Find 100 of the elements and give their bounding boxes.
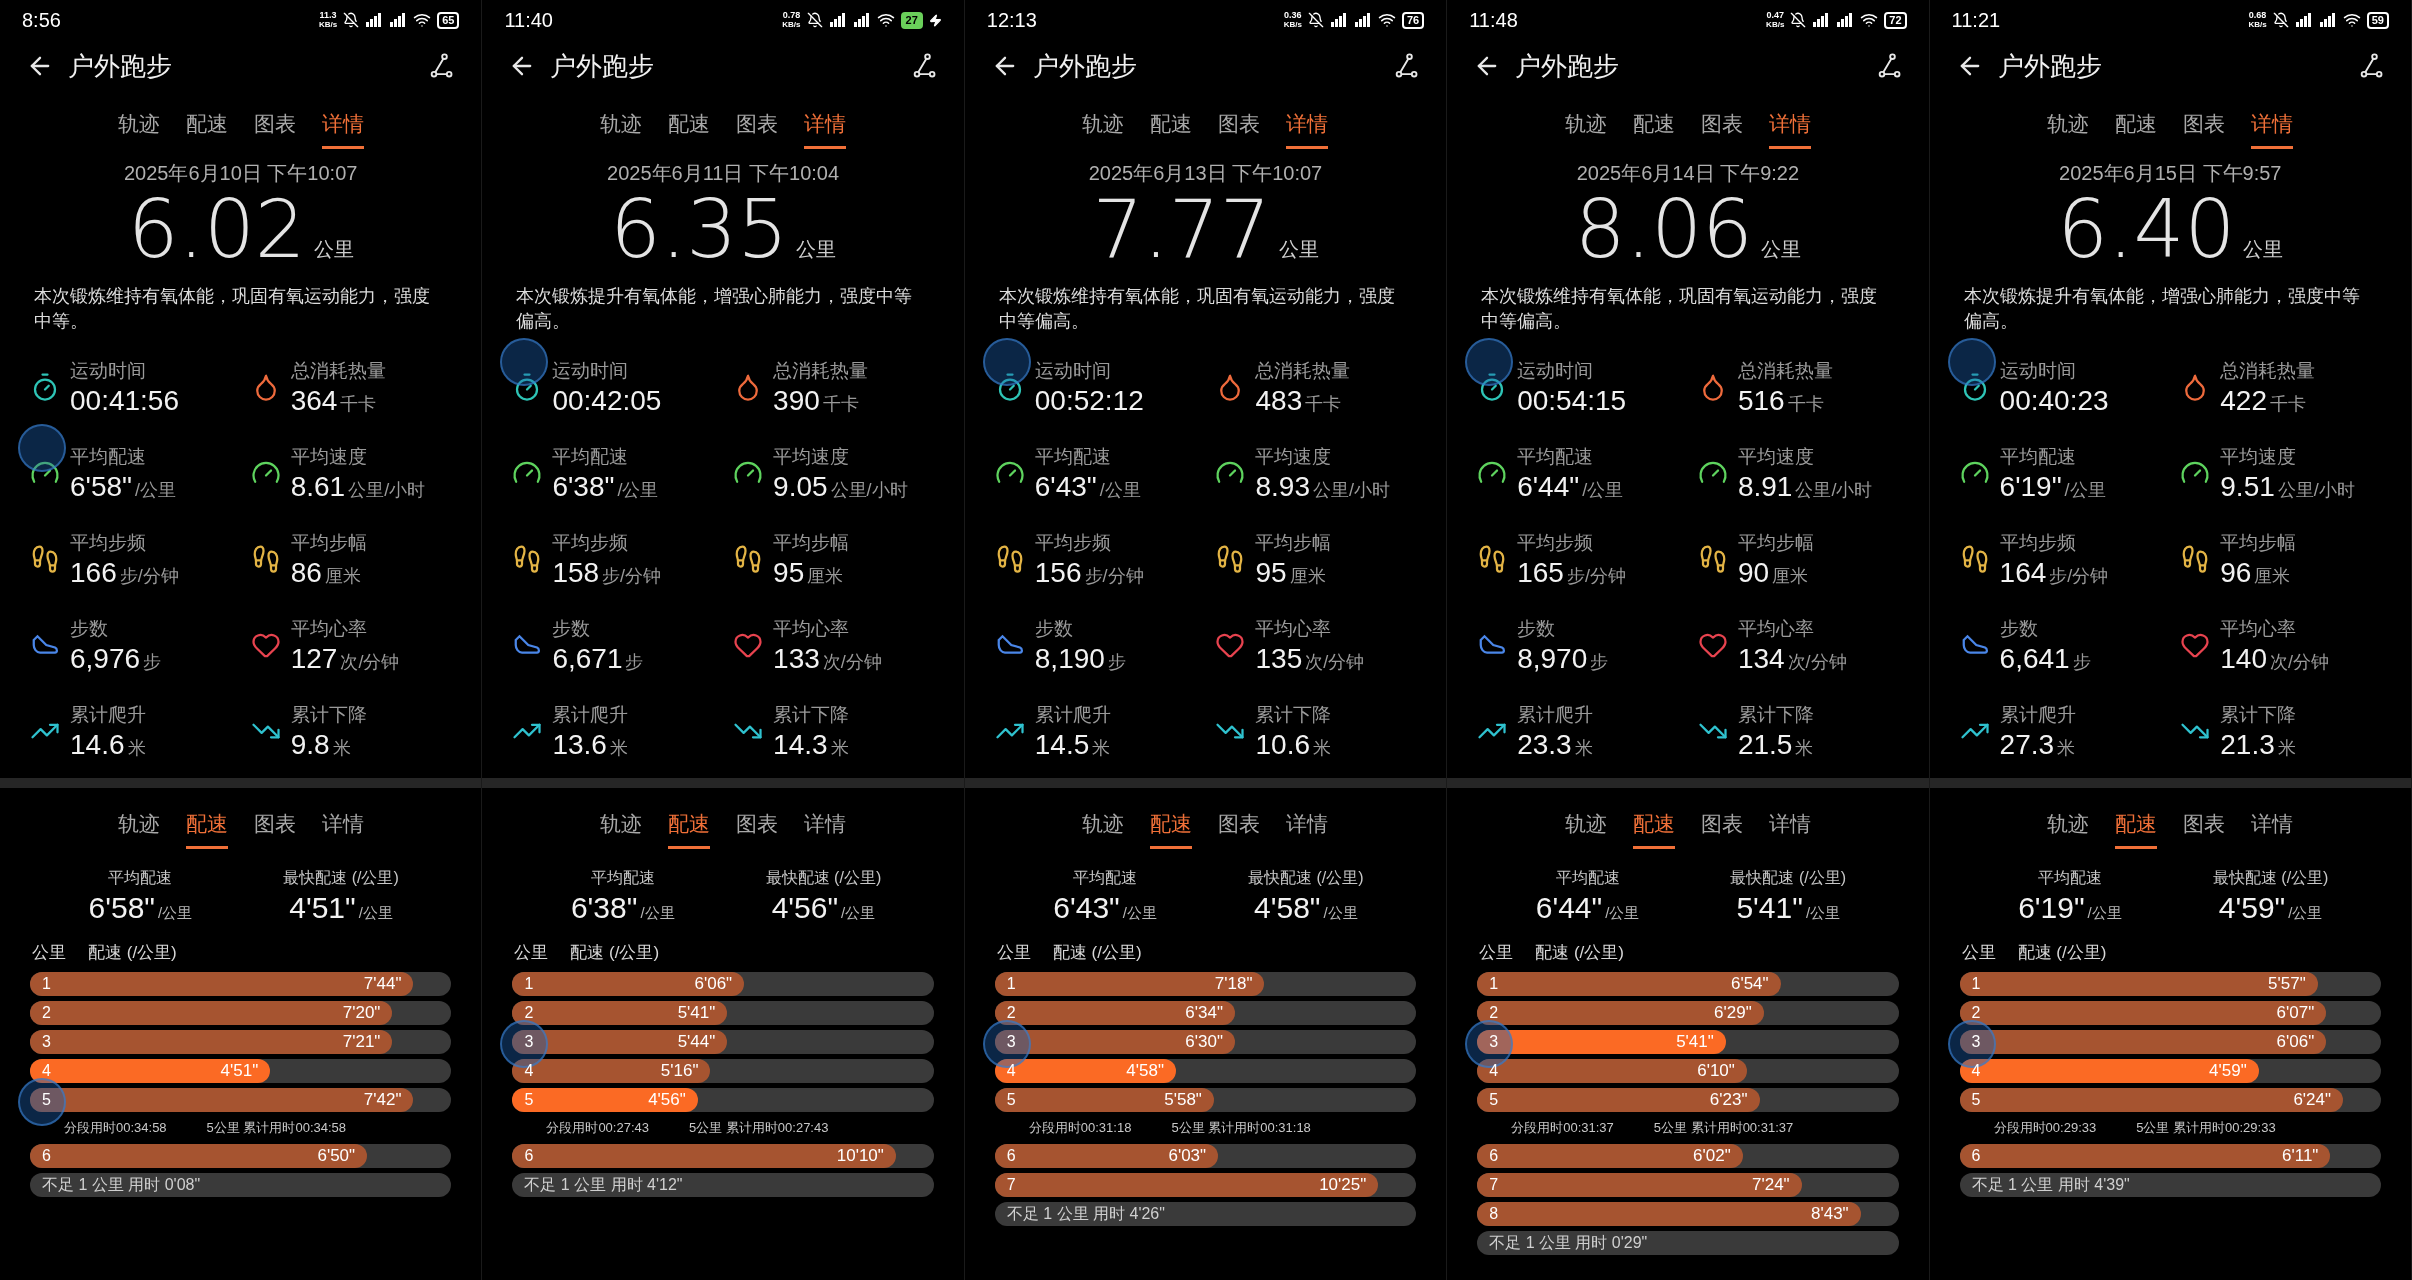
metric-unit: /公里: [2064, 479, 2106, 502]
bell-off-icon: [1307, 12, 1324, 28]
wifi-icon: [876, 11, 895, 29]
tab[interactable]: 轨迹: [1082, 808, 1125, 849]
tab[interactable]: 配速: [1632, 108, 1675, 149]
tab[interactable]: 配速: [668, 108, 711, 149]
metric-value: 516: [1737, 384, 1785, 418]
metric-label: 累计爬升: [1517, 703, 1594, 727]
metric-value: 8,970: [1517, 642, 1588, 676]
metric-value: 8,190: [1034, 642, 1105, 676]
tab[interactable]: 轨迹: [117, 808, 160, 849]
tab[interactable]: 详情: [1286, 808, 1329, 849]
split-km: 7: [1489, 1174, 1499, 1195]
metric-value: 13.6: [552, 728, 607, 762]
pace-summary-unit: /公里: [157, 903, 193, 923]
tab[interactable]: 图表: [736, 108, 779, 149]
tab[interactable]: 图表: [1218, 808, 1261, 849]
metric-label: 运动时间: [1034, 359, 1112, 383]
tab[interactable]: 图表: [1700, 108, 1743, 149]
tab[interactable]: 详情: [1768, 808, 1811, 849]
pace-summary-value: 4'59": [2218, 890, 2286, 926]
tab[interactable]: 轨迹: [600, 808, 643, 849]
tab[interactable]: 轨迹: [1564, 108, 1607, 149]
floating-zoom-button[interactable]: [982, 338, 1031, 386]
tab[interactable]: 配速: [1150, 808, 1193, 849]
metric-label: 平均步频: [1999, 531, 2077, 555]
metric-unit: 厘米: [1289, 565, 1326, 588]
tab[interactable]: 图表: [253, 108, 296, 149]
split-pace: 6'30": [1185, 1030, 1223, 1053]
pace-summary-label: 平均配速: [1555, 868, 1620, 888]
metric-label: 平均心率: [1737, 617, 1815, 641]
pace-summary-value: 4'58": [1254, 890, 1321, 926]
floating-zoom-button[interactable]: [500, 338, 549, 386]
floating-zoom-button[interactable]: [1465, 338, 1514, 386]
tab[interactable]: 配速: [1150, 108, 1193, 149]
floating-zoom-button[interactable]: [1947, 338, 1996, 386]
distance-unit: 公里: [796, 237, 837, 262]
tab[interactable]: 详情: [321, 808, 364, 849]
split-pace: 7'24": [1752, 1173, 1790, 1196]
tab[interactable]: 详情: [804, 808, 847, 849]
metric-label: 步数: [1517, 617, 1557, 641]
metric-value: 140: [2220, 642, 2267, 676]
split-pace: 6'02": [1693, 1144, 1731, 1167]
tab[interactable]: 配速: [185, 108, 228, 149]
metric-value: 156: [1034, 556, 1082, 590]
tab[interactable]: 详情: [321, 108, 364, 149]
bell-off-icon: [1790, 12, 1807, 28]
tab[interactable]: 配速: [1632, 808, 1675, 849]
split-km: 1: [524, 973, 534, 994]
split-column-header: 公里: [996, 942, 1031, 964]
tab[interactable]: 配速: [2115, 808, 2158, 849]
metric-label: 累计下降: [2220, 703, 2297, 727]
metric-label: 总消耗热量: [773, 359, 869, 383]
tab[interactable]: 图表: [2183, 108, 2226, 149]
tab[interactable]: 详情: [804, 108, 847, 149]
tab[interactable]: 图表: [1700, 808, 1743, 849]
tab[interactable]: 图表: [1218, 108, 1261, 149]
metric-unit: 米: [830, 737, 849, 760]
metric-label: 平均速度: [1737, 445, 1815, 469]
tab[interactable]: 轨迹: [2047, 808, 2090, 849]
metric-unit: 米: [609, 737, 628, 760]
tab[interactable]: 详情: [2251, 808, 2294, 849]
tab[interactable]: 轨迹: [600, 108, 643, 149]
pace-summary-unit: /公里: [841, 903, 876, 923]
split-pace: 7'44": [363, 972, 402, 995]
metric-label: 累计下降: [1737, 703, 1814, 727]
metric-value: 8.61: [290, 470, 346, 504]
pace-summary-value: 6'44": [1535, 890, 1603, 926]
workout-date: 2025年6月13日 下午10:07: [1087, 161, 1324, 186]
tab[interactable]: 轨迹: [1082, 108, 1125, 149]
tab[interactable]: 轨迹: [117, 108, 160, 149]
metric-label: 累计爬升: [1999, 703, 2076, 727]
metric-value: 9.51: [2220, 470, 2275, 504]
pace-summary-value: 6'38": [570, 890, 638, 926]
tab[interactable]: 图表: [2183, 808, 2226, 849]
split-pace: 8'43": [1811, 1202, 1849, 1225]
tab[interactable]: 详情: [1768, 108, 1811, 149]
tab[interactable]: 配速: [668, 808, 711, 849]
floating-zoom-button[interactable]: [18, 424, 66, 472]
metric-value: 134: [1737, 642, 1785, 676]
network-speed-unit: KB/s: [318, 20, 338, 29]
split-km: 5: [1971, 1089, 1981, 1110]
tab[interactable]: 轨迹: [1564, 808, 1607, 849]
page-title: 户外跑步: [1997, 49, 2102, 83]
tab[interactable]: 轨迹: [2047, 108, 2090, 149]
tab[interactable]: 图表: [736, 808, 779, 849]
tab[interactable]: 配速: [185, 808, 228, 849]
tab[interactable]: 详情: [1286, 108, 1329, 149]
metric-value: 00:54:15: [1517, 384, 1627, 418]
distance-value: 7.77: [1092, 190, 1271, 270]
split-km: 8: [1489, 1203, 1499, 1224]
metric-unit: 步/分钟: [2049, 565, 2109, 588]
tab[interactable]: 详情: [2251, 108, 2294, 149]
metric-value: 127: [290, 642, 338, 676]
metric-label: 平均配速: [552, 445, 630, 469]
tab[interactable]: 配速: [2115, 108, 2158, 149]
metric-label: 累计下降: [773, 703, 850, 727]
metric-unit: 步: [1107, 651, 1126, 674]
tab[interactable]: 图表: [253, 808, 296, 849]
split-pace: 4'58": [1126, 1059, 1164, 1082]
